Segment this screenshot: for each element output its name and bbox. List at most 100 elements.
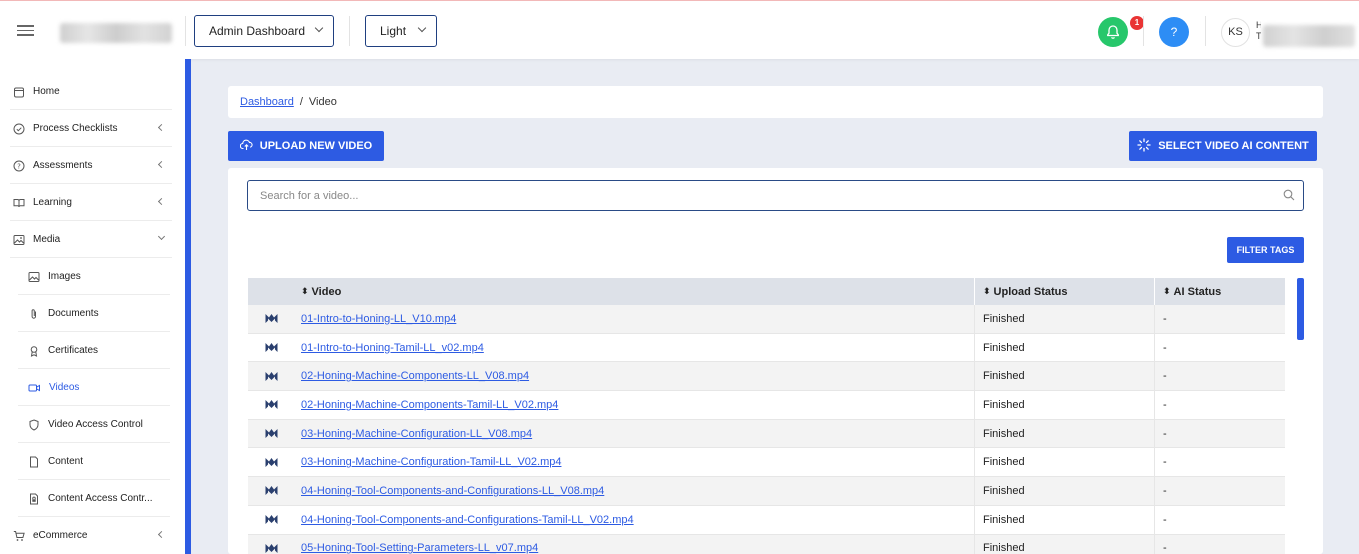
sidebar-item-label: Certificates	[48, 345, 99, 356]
cell-video: 02-Honing-Machine-Components-Tamil-LL_V0…	[294, 391, 974, 419]
breadcrumb-current: Video	[308, 96, 337, 108]
table-row: 04-Honing-Tool-Components-and-Configurat…	[248, 477, 1285, 506]
breadcrumb-dashboard-link[interactable]: Dashboard	[240, 96, 294, 108]
notification-badge: 1	[1130, 16, 1144, 30]
sidebar-item-label: Video Access Control	[48, 419, 143, 430]
sort-icon: ⬍	[983, 286, 991, 296]
chevron-left-icon	[157, 197, 166, 206]
avatar[interactable]: KS	[1221, 18, 1250, 47]
sidebar-item-process-checklists[interactable]: Process Checklists	[0, 110, 182, 147]
video-link[interactable]: 04-Honing-Tool-Components-and-Configurat…	[301, 514, 634, 526]
question-circle-icon: ?	[13, 160, 25, 172]
bell-icon	[1107, 25, 1119, 39]
video-link[interactable]: 04-Honing-Tool-Components-and-Configurat…	[301, 485, 604, 497]
video-icon	[28, 382, 41, 394]
cell-ai-status: -	[1154, 305, 1285, 333]
video-link[interactable]: 01-Intro-to-Honing-Tamil-LL_v02.mp4	[301, 342, 484, 354]
sidebar-item-home[interactable]: Home	[0, 73, 182, 110]
cell-upload-status: Finished	[974, 477, 1154, 505]
upload-new-video-button[interactable]: UPLOAD NEW VIDEO	[228, 131, 384, 161]
sidebar-item-label: Assessments	[33, 160, 93, 171]
sidebar-item-ecommerce[interactable]: eCommerce	[0, 517, 182, 554]
scrollbar-thumb[interactable]	[1297, 278, 1304, 340]
paperclip-icon	[28, 308, 40, 320]
table-row: 03-Honing-Machine-Configuration-Tamil-LL…	[248, 448, 1285, 478]
header-icon-col	[248, 278, 294, 305]
sidebar-item-label: Media	[33, 234, 61, 245]
filter-tags-button[interactable]: FILTER TAGS	[1227, 237, 1304, 263]
file-icon	[28, 456, 40, 468]
sidebar-item-label: Learning	[33, 197, 72, 208]
sidebar-item-learning[interactable]: Learning	[0, 184, 182, 221]
select-video-ai-content-button[interactable]: SELECT VIDEO AI CONTENT	[1129, 131, 1317, 161]
column-header-ai-status[interactable]: ⬍ AI Status	[1154, 278, 1285, 305]
divider	[349, 16, 350, 46]
sidebar-item-images[interactable]: Images	[0, 258, 182, 295]
video-link[interactable]: 02-Honing-Machine-Components-Tamil-LL_V0…	[301, 399, 558, 411]
ai-sparkle-icon	[1137, 137, 1151, 155]
video-link[interactable]: 05-Honing-Tool-Setting-Parameters-LL_v07…	[301, 542, 538, 554]
sidebar-item-label: Content Access Contr...	[48, 493, 153, 504]
video-link[interactable]: 03-Honing-Machine-Configuration-Tamil-LL…	[301, 456, 561, 468]
column-header-video[interactable]: ⬍ Video	[294, 278, 974, 305]
sidebar-item-documents[interactable]: Documents	[0, 295, 182, 332]
breadcrumb-separator: /	[299, 96, 303, 108]
sidebar-item-videos[interactable]: Videos	[0, 369, 182, 406]
cell-ai-status: -	[1154, 333, 1285, 362]
video-logo-icon	[248, 362, 294, 390]
cell-ai-status: -	[1154, 505, 1285, 534]
notifications-button[interactable]	[1098, 17, 1128, 47]
chevron-left-icon	[157, 123, 166, 132]
sidebar-item-media[interactable]: Media	[0, 221, 182, 258]
top-bar: Admin Dashboard Light 1 ? KS H T	[0, 0, 1359, 59]
cell-video: 01-Intro-to-Honing-Tamil-LL_v02.mp4	[294, 334, 974, 362]
cell-ai-status: -	[1154, 419, 1285, 448]
sidebar-item-content-access-control[interactable]: Content Access Contr...	[0, 480, 182, 517]
user-name: H T	[1256, 20, 1261, 41]
cell-upload-status: Finished	[974, 505, 1154, 534]
sidebar-item-label: Videos	[49, 382, 80, 393]
sidebar-item-certificates[interactable]: Certificates	[0, 332, 182, 369]
upload-icon	[239, 139, 253, 154]
user-name-blurred	[1263, 25, 1355, 47]
table-row: 02-Honing-Machine-Components-LL_V08.mp4 F…	[248, 362, 1285, 392]
video-logo-icon	[248, 506, 294, 534]
video-list-panel: FILTER TAGS ⬍Video ⬍Upload Status ⬍AI St…	[228, 168, 1323, 554]
sidebar-item-video-access-control[interactable]: Video Access Control	[0, 406, 182, 443]
search-input[interactable]	[247, 180, 1304, 211]
column-header-upload-status[interactable]: ⬍ Upload Status	[974, 278, 1154, 305]
video-link[interactable]: 03-Honing-Machine-Configuration-LL_V08.m…	[301, 428, 532, 440]
sidebar-item-assessments[interactable]: ? Assessments	[0, 147, 182, 184]
search-icon[interactable]	[1283, 189, 1295, 204]
cart-icon	[13, 530, 25, 542]
video-link[interactable]: 02-Honing-Machine-Components-LL_V08.mp4	[301, 370, 529, 382]
cell-ai-status: -	[1154, 477, 1285, 505]
sidebar-item-label: Home	[33, 86, 60, 97]
video-logo-icon	[248, 420, 294, 448]
sidebar-accent-bar	[185, 59, 191, 554]
cell-video: 03-Honing-Machine-Configuration-Tamil-LL…	[294, 448, 974, 476]
cell-ai-status: -	[1154, 448, 1285, 477]
divider	[185, 16, 186, 46]
cell-video: 02-Honing-Machine-Components-LL_V08.mp4	[294, 362, 974, 390]
chevron-down-icon	[314, 23, 324, 33]
sort-icon: ⬍	[301, 286, 309, 296]
divider	[1143, 16, 1144, 46]
brand-logo	[60, 23, 172, 43]
check-circle-icon	[13, 123, 25, 135]
table-row: 01-Intro-to-Honing-Tamil-LL_v02.mp4 Finis…	[248, 333, 1285, 363]
table-row: 01-Intro-to-Honing-LL_V10.mp4 Finished -	[248, 305, 1285, 334]
chevron-left-icon	[157, 160, 166, 169]
image-icon	[28, 271, 40, 283]
cell-video: 03-Honing-Machine-Configuration-LL_V08.m…	[294, 420, 974, 448]
video-link[interactable]: 01-Intro-to-Honing-LL_V10.mp4	[301, 313, 456, 325]
hamburger-menu-icon[interactable]	[17, 25, 34, 36]
breadcrumb: Dashboard / Video	[228, 86, 1323, 118]
sidebar-item-content[interactable]: Content	[0, 443, 182, 480]
sidebar: Home Process Checklists ? Assessments Le…	[0, 59, 185, 554]
help-button[interactable]: ?	[1159, 17, 1189, 47]
cell-upload-status: Finished	[974, 362, 1154, 391]
theme-dropdown[interactable]: Light	[365, 15, 437, 47]
cell-upload-status: Finished	[974, 305, 1154, 333]
role-dropdown[interactable]: Admin Dashboard	[194, 15, 334, 47]
